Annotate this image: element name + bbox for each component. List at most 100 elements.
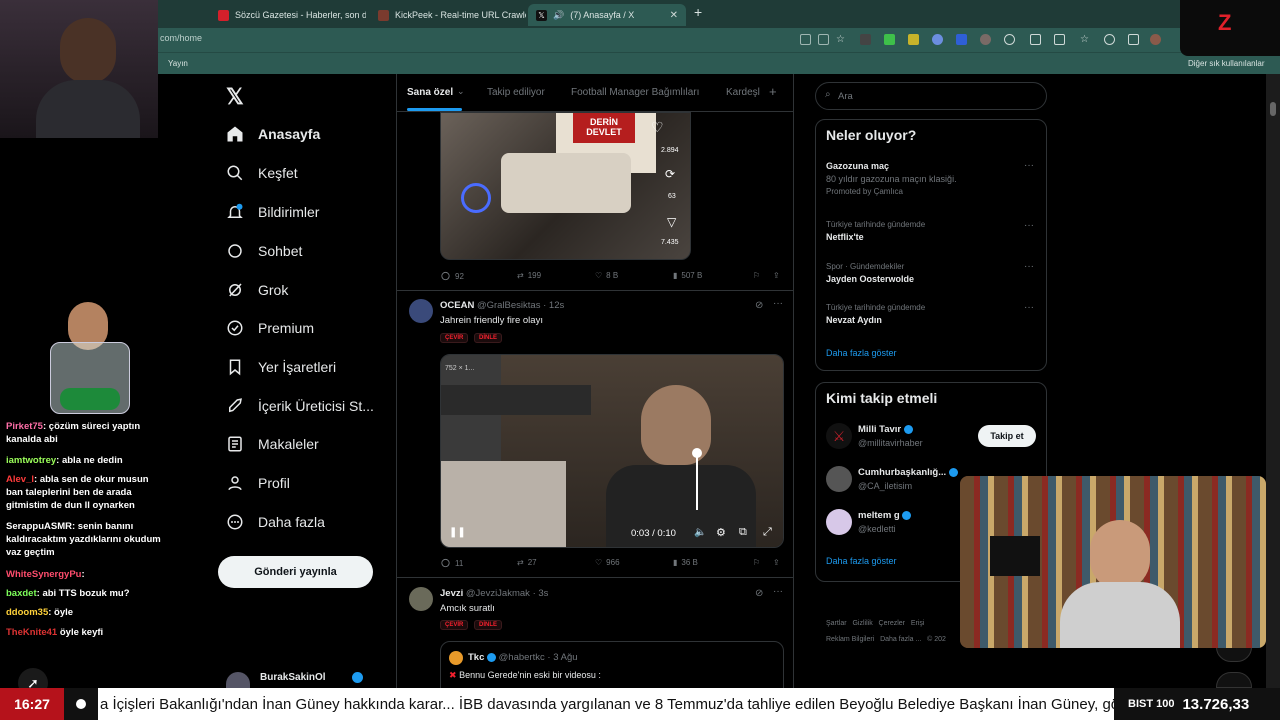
avatar[interactable]: ⚔ <box>826 423 852 449</box>
follow-button[interactable]: Takip et <box>978 425 1036 447</box>
tab-football-manager[interactable]: Football Manager Bağımlıları <box>571 87 699 98</box>
tab-following[interactable]: Takip ediliyor <box>487 87 545 98</box>
share-action[interactable]: ⇪ <box>773 271 780 280</box>
pause-icon[interactable]: ❚❚ <box>449 527 466 538</box>
account-name[interactable]: BurakSakinOl <box>260 672 326 683</box>
avatar[interactable] <box>409 587 433 611</box>
post-time[interactable]: 3s <box>538 588 548 599</box>
grok-icon[interactable]: ⊘ <box>755 300 763 311</box>
url-text[interactable]: com/home <box>160 33 202 43</box>
trend-item[interactable]: Türkiye tarihinde gündemde Nevzat Aydın <box>826 303 925 325</box>
avatar[interactable] <box>826 466 852 492</box>
bookmark-action[interactable]: ⚐ <box>753 271 760 280</box>
browser-tab-x[interactable]: 𝕏 🔊 (7) Anasayfa / X ✕ <box>528 4 686 26</box>
more-icon[interactable]: ··· <box>773 298 783 309</box>
chevron-down-icon[interactable]: ⌄ <box>457 86 465 97</box>
browser-tab-sozcu[interactable]: Sözcü Gazetesi - Haberler, son da ✕ <box>210 4 366 26</box>
more-icon[interactable]: ··· <box>773 586 783 597</box>
profile-avatar[interactable] <box>1150 34 1161 45</box>
extension-icon[interactable] <box>956 34 967 45</box>
heart-icon[interactable]: ♡ <box>651 119 664 136</box>
install-icon[interactable] <box>800 34 811 45</box>
footer-link[interactable]: Erişi <box>911 620 925 627</box>
trend-item[interactable]: Spor · Gündemdekiler Jayden Oosterwolde <box>826 262 914 284</box>
follow-name[interactable]: meltem g <box>858 510 912 521</box>
extension-icon[interactable] <box>908 34 919 45</box>
listen-pill[interactable]: DİNLE <box>474 333 502 343</box>
more-icon[interactable]: ··· <box>1024 220 1034 231</box>
browser-tab-kickpeek[interactable]: KickPeek - Real-time URL Crawler ✕ <box>370 4 526 26</box>
collections-icon[interactable] <box>1128 34 1139 45</box>
bookmark-action[interactable]: ⚐ <box>753 558 760 567</box>
favorites-icon[interactable]: ☆ <box>1080 34 1091 45</box>
close-icon[interactable]: ✕ <box>670 10 678 21</box>
share-action[interactable]: ⇪ <box>773 558 780 567</box>
volume-slider[interactable] <box>696 450 698 510</box>
footer-link[interactable]: Gizlilik <box>852 620 872 627</box>
bookmark-other[interactable]: Diğer sık kullanılanlar <box>1188 59 1264 68</box>
follow-handle[interactable]: @kedletti <box>858 524 896 534</box>
footer-link[interactable]: Daha fazla ... <box>880 636 921 643</box>
extension-icon[interactable] <box>980 34 991 45</box>
follow-handle[interactable]: @CA_iletisim <box>858 481 912 491</box>
listen-pill[interactable]: DİNLE <box>474 620 502 630</box>
bookmark-yayin[interactable]: Yayın <box>168 59 188 68</box>
nav-premium[interactable]: Premium <box>226 319 314 337</box>
post-button[interactable]: Gönderi yayınla <box>218 556 373 588</box>
author-handle[interactable]: @JevziJakmak <box>466 588 530 599</box>
speaker-icon[interactable]: 🔊 <box>553 10 564 21</box>
reply-action[interactable]: 11 <box>440 558 463 569</box>
nav-home[interactable]: Anasayfa <box>226 125 320 143</box>
repost-action[interactable]: ⇄ 27 <box>517 558 537 567</box>
nav-profile[interactable]: Profil <box>226 474 290 492</box>
nav-explore[interactable]: Keşfet <box>226 164 298 182</box>
more-icon[interactable]: ··· <box>1024 261 1034 272</box>
avatar[interactable] <box>409 299 433 323</box>
footer-link[interactable]: Şartlar <box>826 620 847 627</box>
new-tab-button[interactable]: + <box>694 4 702 20</box>
nav-chat[interactable]: Sohbet <box>226 242 302 260</box>
more-icon[interactable]: ··· <box>1024 302 1034 313</box>
author-name[interactable]: OCEAN <box>440 300 474 311</box>
views-action[interactable]: ▮ 36 B <box>673 558 698 567</box>
views-action[interactable]: ▮ 507 B <box>673 271 702 280</box>
nav-articles[interactable]: Makaleler <box>226 435 319 453</box>
follow-name[interactable]: Cumhurbaşkanlığ... <box>858 467 958 478</box>
settings-icon[interactable]: ⚙ <box>716 526 726 539</box>
extension-icon[interactable] <box>932 34 943 45</box>
volume-icon[interactable]: 🔈 <box>694 527 706 538</box>
split-icon[interactable] <box>1054 34 1065 45</box>
tab-for-you[interactable]: Sana özel <box>407 87 453 98</box>
trends-show-more[interactable]: Daha fazla göster <box>826 348 897 358</box>
repost-icon[interactable]: ⟳ <box>665 167 675 181</box>
video-player[interactable]: 752 × 1... ❚❚ 0:03 / 0:10 🔈 ⚙ ⧉ ⤢ <box>440 354 784 548</box>
heart-icon[interactable] <box>1104 34 1115 45</box>
avatar[interactable] <box>826 509 852 535</box>
like-action[interactable]: ♡ 8 B <box>595 271 618 280</box>
footer-link[interactable]: Reklam Bilgileri <box>826 636 874 643</box>
post-media-image[interactable]: DERİN DEVLET ♡ 2.894 ⟳ 63 ▽ 7.435 <box>440 112 691 260</box>
sidebar-icon[interactable] <box>1030 34 1041 45</box>
pip-icon[interactable]: ⧉ <box>739 526 747 539</box>
trend-item[interactable]: Türkiye tarihinde gündemde Netflix'te <box>826 220 925 242</box>
reply-action[interactable]: 92 <box>440 271 464 282</box>
translate-pill[interactable]: ÇEVİR <box>440 333 469 343</box>
extension-icon[interactable] <box>860 34 871 45</box>
nav-grok[interactable]: Grok <box>226 281 288 299</box>
search-input[interactable]: ⌕ Ara <box>815 82 1047 110</box>
translate-pill[interactable]: ÇEVİR <box>440 620 469 630</box>
author-handle[interactable]: @GralBesiktas <box>477 300 541 311</box>
nav-creator-studio[interactable]: İçerik Üreticisi St... <box>226 397 374 415</box>
x-logo-icon[interactable]: 𝕏 <box>226 84 244 110</box>
reader-icon[interactable] <box>818 34 829 45</box>
author-name[interactable]: Jevzi <box>440 588 463 599</box>
nav-notifications[interactable]: Bildirimler <box>226 203 319 221</box>
puzzle-icon[interactable] <box>1004 34 1015 45</box>
grok-icon[interactable]: ⊘ <box>755 588 763 599</box>
quote-tweet[interactable]: Tkc @habertkc · 3 Ağu ✖ Bennu Gerede'nin… <box>440 641 784 688</box>
footer-link[interactable]: Çerezler <box>879 620 905 627</box>
nav-more[interactable]: Daha fazla <box>226 513 325 531</box>
trend-item[interactable]: Gazozuna maç 80 yıldır gazozuna maçın kl… <box>826 161 957 196</box>
tab-kardesl[interactable]: Kardeşl <box>726 87 760 98</box>
follow-handle[interactable]: @millitavirhaber <box>858 438 923 448</box>
